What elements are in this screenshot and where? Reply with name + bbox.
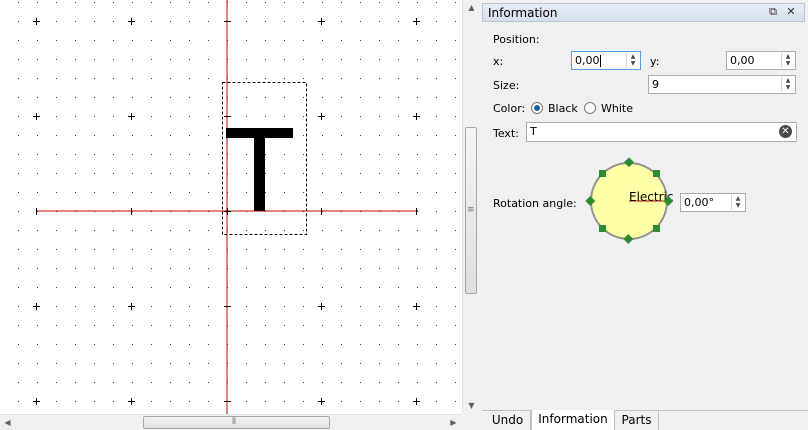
grid-cross: [33, 18, 40, 25]
grip-icon: ≡: [467, 205, 475, 215]
grid-cross: [33, 113, 40, 120]
grid-cross: [318, 18, 325, 25]
x-label: x:: [493, 55, 504, 68]
scroll-down-icon[interactable]: ▼: [464, 398, 479, 413]
rotation-value: 0,00°: [684, 196, 714, 209]
rotation-field[interactable]: 0,00° ▲ ▼: [680, 193, 746, 212]
vertical-scrollbar[interactable]: ▲ ≡ ▼: [462, 0, 479, 414]
scroll-corner: [462, 414, 479, 430]
grid-cross: [33, 398, 40, 405]
tab-parts[interactable]: Parts: [615, 411, 659, 430]
size-field[interactable]: 9 ▲ ▼: [648, 75, 796, 94]
color-white-label: White: [601, 102, 633, 115]
clear-icon[interactable]: ✕: [779, 125, 792, 138]
y-label: y:: [650, 55, 660, 68]
grid-cross: [318, 398, 325, 405]
panel-title: Information: [488, 6, 558, 20]
x-stepper[interactable]: ▲ ▼: [626, 53, 639, 68]
grid-cross: [413, 18, 420, 25]
grid-cross: [128, 18, 135, 25]
text-field[interactable]: T ✕: [526, 122, 797, 142]
grid-cross: [413, 113, 420, 120]
color-label: Color:: [493, 102, 526, 115]
position-label: Position:: [493, 33, 540, 46]
tab-undo[interactable]: Undo: [485, 411, 531, 430]
grid-cross: [128, 303, 135, 310]
drawing-canvas[interactable]: [0, 0, 462, 414]
horizontal-scrollbar[interactable]: ◀ ⦀ ▶: [0, 414, 462, 430]
grid-svg: [18, 0, 456, 414]
grid-cross: [413, 398, 420, 405]
rotation-stepper[interactable]: ▲ ▼: [731, 195, 744, 210]
size-stepper[interactable]: ▲ ▼: [781, 77, 794, 92]
text-value: T: [530, 125, 537, 138]
color-black-label: Black: [548, 102, 578, 115]
grid-cross: [413, 303, 420, 310]
scroll-right-icon[interactable]: ▶: [446, 415, 461, 430]
grip-icon: ⦀: [232, 417, 236, 427]
close-icon[interactable]: ✕: [784, 5, 798, 18]
rotation-dial[interactable]: Electric: [585, 155, 675, 245]
color-white-radio[interactable]: [584, 102, 596, 114]
scroll-up-icon[interactable]: ▲: [464, 0, 479, 15]
information-panel: Information ⧉ ✕ Position: x: 0,00 ▲ ▼ y: …: [482, 0, 808, 430]
x-field[interactable]: 0,00 ▲ ▼: [571, 51, 641, 70]
grid-cross: [318, 113, 325, 120]
grid-cross: [318, 303, 325, 310]
x-value: 0,00: [575, 54, 600, 67]
size-label: Size:: [493, 79, 520, 92]
text-label: Text:: [493, 127, 519, 140]
panel-header: Information ⧉ ✕: [482, 3, 805, 22]
horizontal-scroll-thumb[interactable]: ⦀: [143, 416, 330, 429]
size-value: 9: [652, 78, 659, 91]
t-stem: [254, 128, 265, 211]
grid-dots: [18, 2, 456, 402]
scroll-left-icon[interactable]: ◀: [0, 415, 15, 430]
y-stepper[interactable]: ▲ ▼: [781, 53, 794, 68]
editor-area: ▲ ≡ ▼ ◀ ⦀ ▶: [0, 0, 479, 430]
vertical-scroll-thumb[interactable]: ≡: [465, 127, 477, 294]
grid-cross: [128, 113, 135, 120]
tab-information[interactable]: Information: [531, 410, 615, 430]
rotation-label: Rotation angle:: [493, 197, 577, 210]
grid-cross: [128, 398, 135, 405]
text-element-t[interactable]: [226, 128, 293, 211]
panel-tabs: Undo Information Parts: [482, 410, 808, 430]
y-field[interactable]: 0,00 ▲ ▼: [726, 51, 796, 70]
restore-icon[interactable]: ⧉: [766, 5, 780, 19]
y-value: 0,00: [730, 54, 755, 67]
grid-cross: [33, 303, 40, 310]
color-black-radio[interactable]: [531, 102, 543, 114]
